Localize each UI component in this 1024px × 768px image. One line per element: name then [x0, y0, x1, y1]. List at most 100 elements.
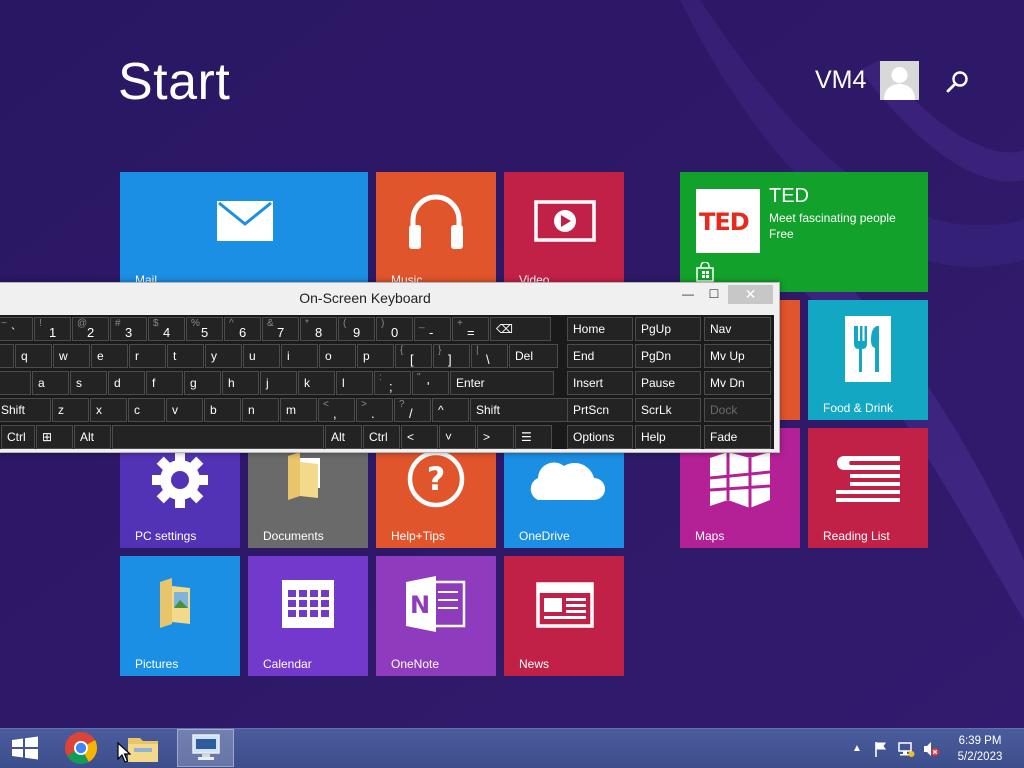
- tile-food-drink[interactable]: Food & Drink: [808, 300, 928, 420]
- key[interactable]: n: [242, 398, 279, 422]
- key[interactable]: p: [357, 344, 394, 368]
- key[interactable]: Alt: [74, 425, 111, 449]
- key-scrlk[interactable]: ScrLk: [635, 398, 701, 422]
- network-icon[interactable]: [897, 740, 915, 758]
- tile-news[interactable]: News: [504, 556, 624, 676]
- key[interactable]: a: [32, 371, 69, 395]
- key[interactable]: t: [167, 344, 204, 368]
- key-help[interactable]: Help: [635, 425, 701, 449]
- key[interactable]: g: [184, 371, 221, 395]
- key[interactable]: >: [477, 425, 514, 449]
- key[interactable]: (9: [338, 317, 375, 341]
- key-pause[interactable]: Pause: [635, 371, 701, 395]
- key[interactable]: l: [336, 371, 373, 395]
- key[interactable]: Shift: [470, 398, 574, 422]
- key[interactable]: [0, 344, 14, 368]
- key-prtscn[interactable]: PrtScn: [567, 398, 633, 422]
- key[interactable]: % 5: [186, 317, 223, 341]
- key[interactable]: ^: [432, 398, 469, 422]
- key[interactable]: #3: [110, 317, 147, 341]
- key[interactable]: s: [70, 371, 107, 395]
- key-fade[interactable]: Fade: [704, 425, 771, 449]
- key[interactable]: f: [146, 371, 183, 395]
- key[interactable]: x: [90, 398, 127, 422]
- tile-reading-list[interactable]: Reading List: [808, 428, 928, 548]
- key[interactable]: k: [298, 371, 335, 395]
- key[interactable]: ⌫: [490, 317, 551, 341]
- key[interactable]: o: [319, 344, 356, 368]
- key[interactable]: Alt: [325, 425, 362, 449]
- key[interactable]: ^ 6: [224, 317, 261, 341]
- search-button[interactable]: [943, 68, 971, 96]
- key[interactable]: e: [91, 344, 128, 368]
- key[interactable]: z: [52, 398, 89, 422]
- key[interactable]: h: [222, 371, 259, 395]
- key-pgdn[interactable]: PgDn: [635, 344, 701, 368]
- tile-video[interactable]: Video: [504, 172, 624, 292]
- key-home[interactable]: Home: [567, 317, 633, 341]
- key[interactable]: i: [281, 344, 318, 368]
- tile-pictures[interactable]: Pictures: [120, 556, 240, 676]
- key[interactable]: ☰: [515, 425, 552, 449]
- minimize-button[interactable]: —: [676, 285, 700, 304]
- key-options[interactable]: Options: [567, 425, 633, 449]
- key[interactable]: ⊞: [36, 425, 73, 449]
- key[interactable]: ? /: [394, 398, 431, 422]
- key[interactable]: Ctrl: [363, 425, 400, 449]
- key[interactable]: [112, 425, 324, 449]
- maximize-button[interactable]: ☐: [702, 285, 726, 304]
- key[interactable]: ! 1: [34, 317, 71, 341]
- key[interactable]: j: [260, 371, 297, 395]
- key-mv-dn[interactable]: Mv Dn: [704, 371, 771, 395]
- tile-calendar[interactable]: Calendar: [248, 556, 368, 676]
- tile-ted[interactable]: TED TED Meet fascinating people Free: [680, 172, 928, 292]
- taskbar-chrome[interactable]: [62, 730, 102, 766]
- start-button[interactable]: [8, 732, 44, 768]
- key[interactable]: u: [243, 344, 280, 368]
- key[interactable]: _ -: [414, 317, 451, 341]
- speaker-muted-icon[interactable]: [922, 740, 940, 758]
- taskbar-on-screen-keyboard[interactable]: [177, 729, 234, 767]
- key[interactable]: d: [108, 371, 145, 395]
- key[interactable]: y: [205, 344, 242, 368]
- key[interactable]: ˅: [439, 425, 476, 449]
- key[interactable]: Ctrl: [1, 425, 35, 449]
- key[interactable]: b: [204, 398, 241, 422]
- key-dock[interactable]: Dock: [704, 398, 771, 422]
- key[interactable]: {[: [395, 344, 432, 368]
- key[interactable]: Shift: [0, 398, 51, 422]
- key[interactable]: <,: [318, 398, 355, 422]
- key[interactable]: " ': [412, 371, 449, 395]
- key[interactable]: c: [128, 398, 165, 422]
- key-end[interactable]: End: [567, 344, 633, 368]
- key[interactable]: ~ `: [0, 317, 33, 341]
- tile-music[interactable]: Music: [376, 172, 496, 292]
- key[interactable]: r: [129, 344, 166, 368]
- action-center-flag-icon[interactable]: [873, 740, 889, 758]
- key-nav[interactable]: Nav: [704, 317, 771, 341]
- key[interactable]: Enter: [450, 371, 554, 395]
- taskbar-clock[interactable]: 6:39 PM 5/2/2023: [950, 733, 1010, 765]
- tile-onenote[interactable]: N OneNote: [376, 556, 496, 676]
- key[interactable]: & 7: [262, 317, 299, 341]
- key[interactable]: * 8: [300, 317, 337, 341]
- user-name[interactable]: VM4: [815, 66, 866, 95]
- key[interactable]: w: [53, 344, 90, 368]
- tile-mail[interactable]: Mail: [120, 172, 368, 292]
- key-pgup[interactable]: PgUp: [635, 317, 701, 341]
- key[interactable]: $4: [148, 317, 185, 341]
- key[interactable]: >.: [356, 398, 393, 422]
- key-insert[interactable]: Insert: [567, 371, 633, 395]
- key[interactable]: [0, 371, 31, 395]
- key-mv-up[interactable]: Mv Up: [704, 344, 771, 368]
- close-button[interactable]: ✕: [728, 285, 773, 304]
- key[interactable]: Del: [509, 344, 558, 368]
- key[interactable]: | \: [471, 344, 508, 368]
- user-avatar[interactable]: [880, 61, 919, 100]
- key[interactable]: :;: [374, 371, 411, 395]
- key[interactable]: v: [166, 398, 203, 422]
- on-screen-keyboard-window[interactable]: On-Screen Keyboard — ☐ ✕ ~ `! 1 @2 #3 $4% 5 ^ 6 &…: [0, 282, 780, 453]
- key[interactable]: m: [280, 398, 317, 422]
- show-hidden-icons-icon[interactable]: ▲: [852, 743, 862, 761]
- key[interactable]: ) 0: [376, 317, 413, 341]
